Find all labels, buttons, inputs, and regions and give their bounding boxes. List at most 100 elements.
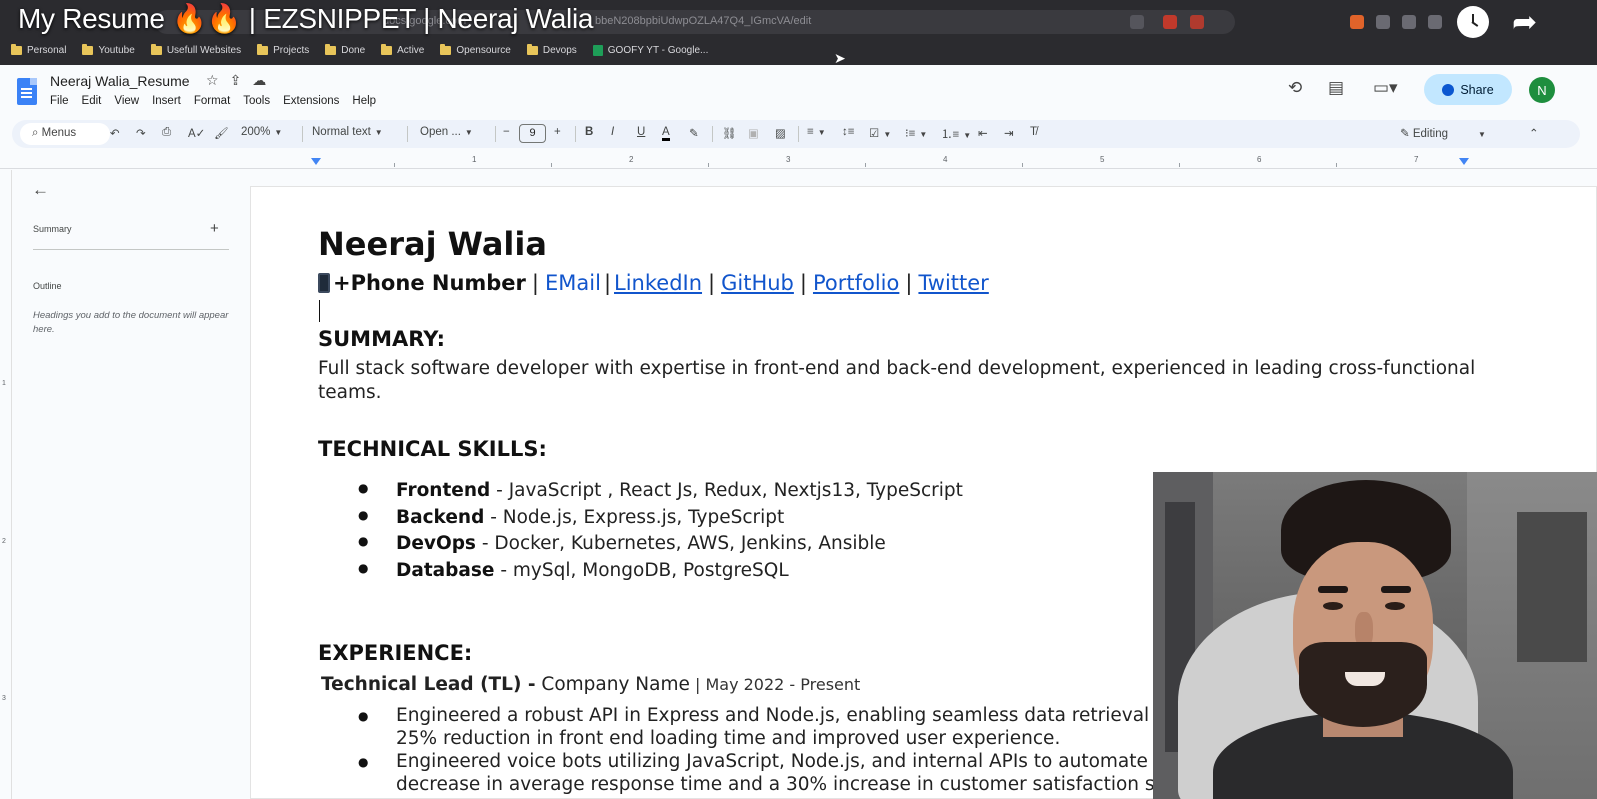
- bookmark-youtube[interactable]: Youtube: [82, 43, 135, 56]
- ruler-number: 3: [2, 695, 6, 702]
- bookmark-usefull-websites[interactable]: Usefull Websites: [150, 43, 241, 56]
- style-select[interactable]: Normal text ▼: [312, 126, 383, 138]
- bookmark-projects[interactable]: Projects: [257, 43, 309, 56]
- google-docs-logo-icon[interactable]: [17, 78, 37, 105]
- globe-icon: [1442, 83, 1455, 96]
- text-cursor: [319, 300, 320, 322]
- bookmark-active[interactable]: Active: [381, 43, 424, 56]
- decrease-indent-icon[interactable]: ⇤: [978, 126, 988, 140]
- phone-number: +Phone Number: [333, 271, 526, 295]
- contact-line: +Phone Number | EMail | LinkedIn | GitHub | Port…: [318, 271, 989, 295]
- docs-header: Neeraj Walia_Resume ☆ ⇪ ☁ File Edit View…: [0, 65, 1597, 117]
- brave-shield-icon[interactable]: [1163, 15, 1177, 29]
- folder-icon: [381, 43, 393, 55]
- twitter-link[interactable]: Twitter: [918, 271, 988, 295]
- share-page-icon[interactable]: [1130, 15, 1144, 29]
- menu-format[interactable]: Format: [194, 95, 230, 107]
- share-button[interactable]: Share: [1424, 74, 1512, 105]
- bulleted-list-icon[interactable]: ⁝≡ ▼: [905, 126, 927, 140]
- text-color-icon[interactable]: A: [662, 126, 670, 141]
- email-link[interactable]: EMail: [545, 271, 601, 295]
- vertical-ruler[interactable]: 1 2 3: [0, 170, 12, 799]
- redo-icon[interactable]: ↷: [136, 126, 146, 140]
- folder-icon: [82, 43, 94, 55]
- ruler-number: 1: [2, 380, 6, 387]
- italic-icon[interactable]: I: [611, 126, 614, 138]
- menu-help[interactable]: Help: [352, 95, 376, 107]
- bookmark-done[interactable]: Done: [325, 43, 365, 56]
- share-arrow-icon[interactable]: ➦: [1512, 8, 1537, 38]
- bookmark-goofy-yt[interactable]: GOOFY YT - Google...: [592, 44, 708, 56]
- undo-icon[interactable]: ↶: [110, 126, 120, 140]
- editing-mode-select[interactable]: ✎ Editing ▼: [1400, 126, 1486, 140]
- align-icon[interactable]: ≡ ▼: [807, 126, 826, 138]
- presenter-brow: [1381, 586, 1411, 593]
- portfolio-link[interactable]: Portfolio: [813, 271, 899, 295]
- linkedin-link[interactable]: LinkedIn: [614, 271, 702, 295]
- zoom-select[interactable]: 200% ▼: [241, 126, 282, 138]
- ruler-number: 4: [943, 155, 948, 164]
- menu-tools[interactable]: Tools: [243, 95, 270, 107]
- checklist-icon[interactable]: ☑ ▼: [869, 126, 891, 140]
- increase-font-size-icon[interactable]: +: [554, 126, 561, 138]
- puzzle-icon[interactable]: [1402, 15, 1416, 29]
- bookmark-opensource[interactable]: Opensource: [440, 43, 511, 56]
- bookmarks-bar: Personal Youtube Usefull Websites Projec…: [0, 40, 724, 60]
- document-title[interactable]: Neeraj Walia_Resume: [50, 73, 190, 89]
- list-item: Database - mySql, MongoDB, PostgreSQL: [358, 560, 963, 587]
- right-indent-marker[interactable]: [1459, 158, 1469, 165]
- separator: |: [905, 271, 913, 295]
- watch-later-icon[interactable]: [1457, 6, 1489, 38]
- print-icon[interactable]: ⎙: [162, 126, 171, 139]
- menu-view[interactable]: View: [114, 95, 139, 107]
- menu-insert[interactable]: Insert: [152, 95, 181, 107]
- line-spacing-icon[interactable]: ↕≡: [842, 126, 854, 138]
- menu-file[interactable]: File: [50, 95, 69, 107]
- underline-icon[interactable]: U: [637, 126, 645, 138]
- collapse-menus-icon[interactable]: ⌃: [1529, 126, 1539, 140]
- numbered-list-icon[interactable]: ⒈≡ ▼: [941, 126, 971, 142]
- github-link[interactable]: GitHub: [721, 271, 794, 295]
- font-select[interactable]: Open ... ▼: [420, 126, 473, 138]
- highlight-icon[interactable]: ✎: [689, 126, 699, 140]
- cloud-saved-icon[interactable]: ☁: [252, 72, 266, 89]
- presenter-mouth: [1345, 672, 1385, 686]
- increase-indent-icon[interactable]: ⇥: [1004, 126, 1014, 140]
- decrease-font-size-icon[interactable]: −: [503, 126, 510, 138]
- sidebar-icon[interactable]: [1428, 15, 1442, 29]
- menu-extensions[interactable]: Extensions: [283, 95, 339, 107]
- menu-bar: File Edit View Insert Format Tools Exten…: [50, 95, 389, 107]
- version-history-icon[interactable]: ⟲: [1288, 78, 1302, 98]
- add-comment-icon[interactable]: ▣: [748, 126, 759, 140]
- avatar[interactable]: N: [1529, 77, 1555, 103]
- menu-edit[interactable]: Edit: [82, 95, 102, 107]
- presenter-brow: [1318, 586, 1348, 593]
- menus-search-button[interactable]: ⌕ Menus: [20, 123, 110, 145]
- add-summary-icon[interactable]: +: [210, 220, 219, 237]
- paint-format-icon[interactable]: 🖌: [214, 126, 229, 140]
- font-size-input[interactable]: 9: [519, 124, 546, 143]
- move-to-folder-icon[interactable]: ⇪: [230, 72, 242, 89]
- react-devtools-icon[interactable]: [1376, 15, 1390, 29]
- meet-icon[interactable]: ▭▾: [1373, 78, 1398, 98]
- left-indent-marker[interactable]: [311, 158, 321, 165]
- horizontal-ruler[interactable]: 1 2 3 4 5 6 7: [0, 153, 1597, 169]
- outline-label: Outline: [33, 281, 62, 291]
- folder-icon: [11, 43, 22, 55]
- insert-image-icon[interactable]: ▨: [775, 126, 786, 140]
- extension-icon[interactable]: [1350, 15, 1364, 29]
- star-icon[interactable]: ☆: [206, 72, 219, 89]
- ruler-tick: [708, 163, 709, 167]
- ruler-tick: [551, 163, 552, 167]
- bookmark-personal[interactable]: Personal: [11, 43, 66, 56]
- resume-name: Neeraj Walia: [318, 225, 547, 263]
- comments-icon[interactable]: ▤: [1328, 78, 1344, 98]
- link-icon[interactable]: ⛓: [722, 126, 737, 140]
- bold-icon[interactable]: B: [585, 126, 593, 138]
- spellcheck-icon[interactable]: A✓: [188, 126, 205, 140]
- rewards-icon[interactable]: [1190, 15, 1204, 29]
- bookmark-devops[interactable]: Devops: [526, 43, 577, 56]
- back-arrow-icon[interactable]: ←: [32, 180, 49, 200]
- clear-formatting-icon[interactable]: T̸: [1030, 126, 1037, 138]
- skills-heading: TECHNICAL SKILLS:: [318, 437, 547, 461]
